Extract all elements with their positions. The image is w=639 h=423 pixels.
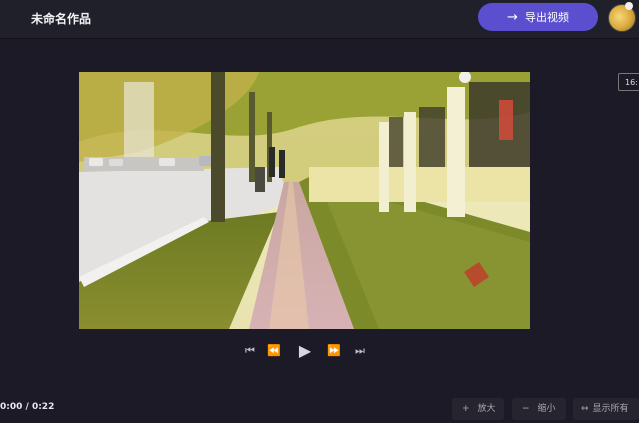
- play-button[interactable]: ▶: [295, 341, 315, 361]
- zoom-in-button[interactable]: + 放大: [452, 398, 504, 420]
- zoom-in-label: 放大: [477, 404, 496, 414]
- zoom-out-button[interactable]: − 缩小: [512, 398, 566, 420]
- project-title[interactable]: 未命名作品: [31, 10, 91, 27]
- video-frame-image: [79, 72, 530, 329]
- rewind-button[interactable]: ⏪: [266, 341, 282, 361]
- show-all-label: 显示所有: [592, 404, 629, 414]
- aspect-ratio-button[interactable]: 16:: [618, 73, 639, 91]
- notification-dot-icon: [625, 2, 633, 10]
- skip-forward-button[interactable]: ⏭: [352, 341, 368, 361]
- skip-back-button[interactable]: ⏮: [242, 341, 258, 361]
- show-all-button[interactable]: ↔ 显示所有: [573, 398, 639, 420]
- zoom-out-label: 缩小: [537, 404, 556, 414]
- minus-icon: −: [522, 404, 530, 414]
- arrow-right-icon: →: [507, 9, 518, 25]
- player-controls: ⏮ ⏪ ▶ ⏩ ⏭: [240, 341, 375, 361]
- fast-forward-button[interactable]: ⏩: [326, 341, 342, 361]
- top-bar: 未命名作品 → 导出视频: [0, 0, 639, 39]
- plus-icon: +: [462, 404, 470, 414]
- video-preview[interactable]: [79, 72, 530, 329]
- fit-width-icon: ↔: [581, 404, 589, 414]
- export-video-button[interactable]: → 导出视频: [478, 3, 598, 31]
- time-display: 0:00 / 0:22: [0, 402, 55, 412]
- export-video-label: 导出视频: [524, 11, 569, 24]
